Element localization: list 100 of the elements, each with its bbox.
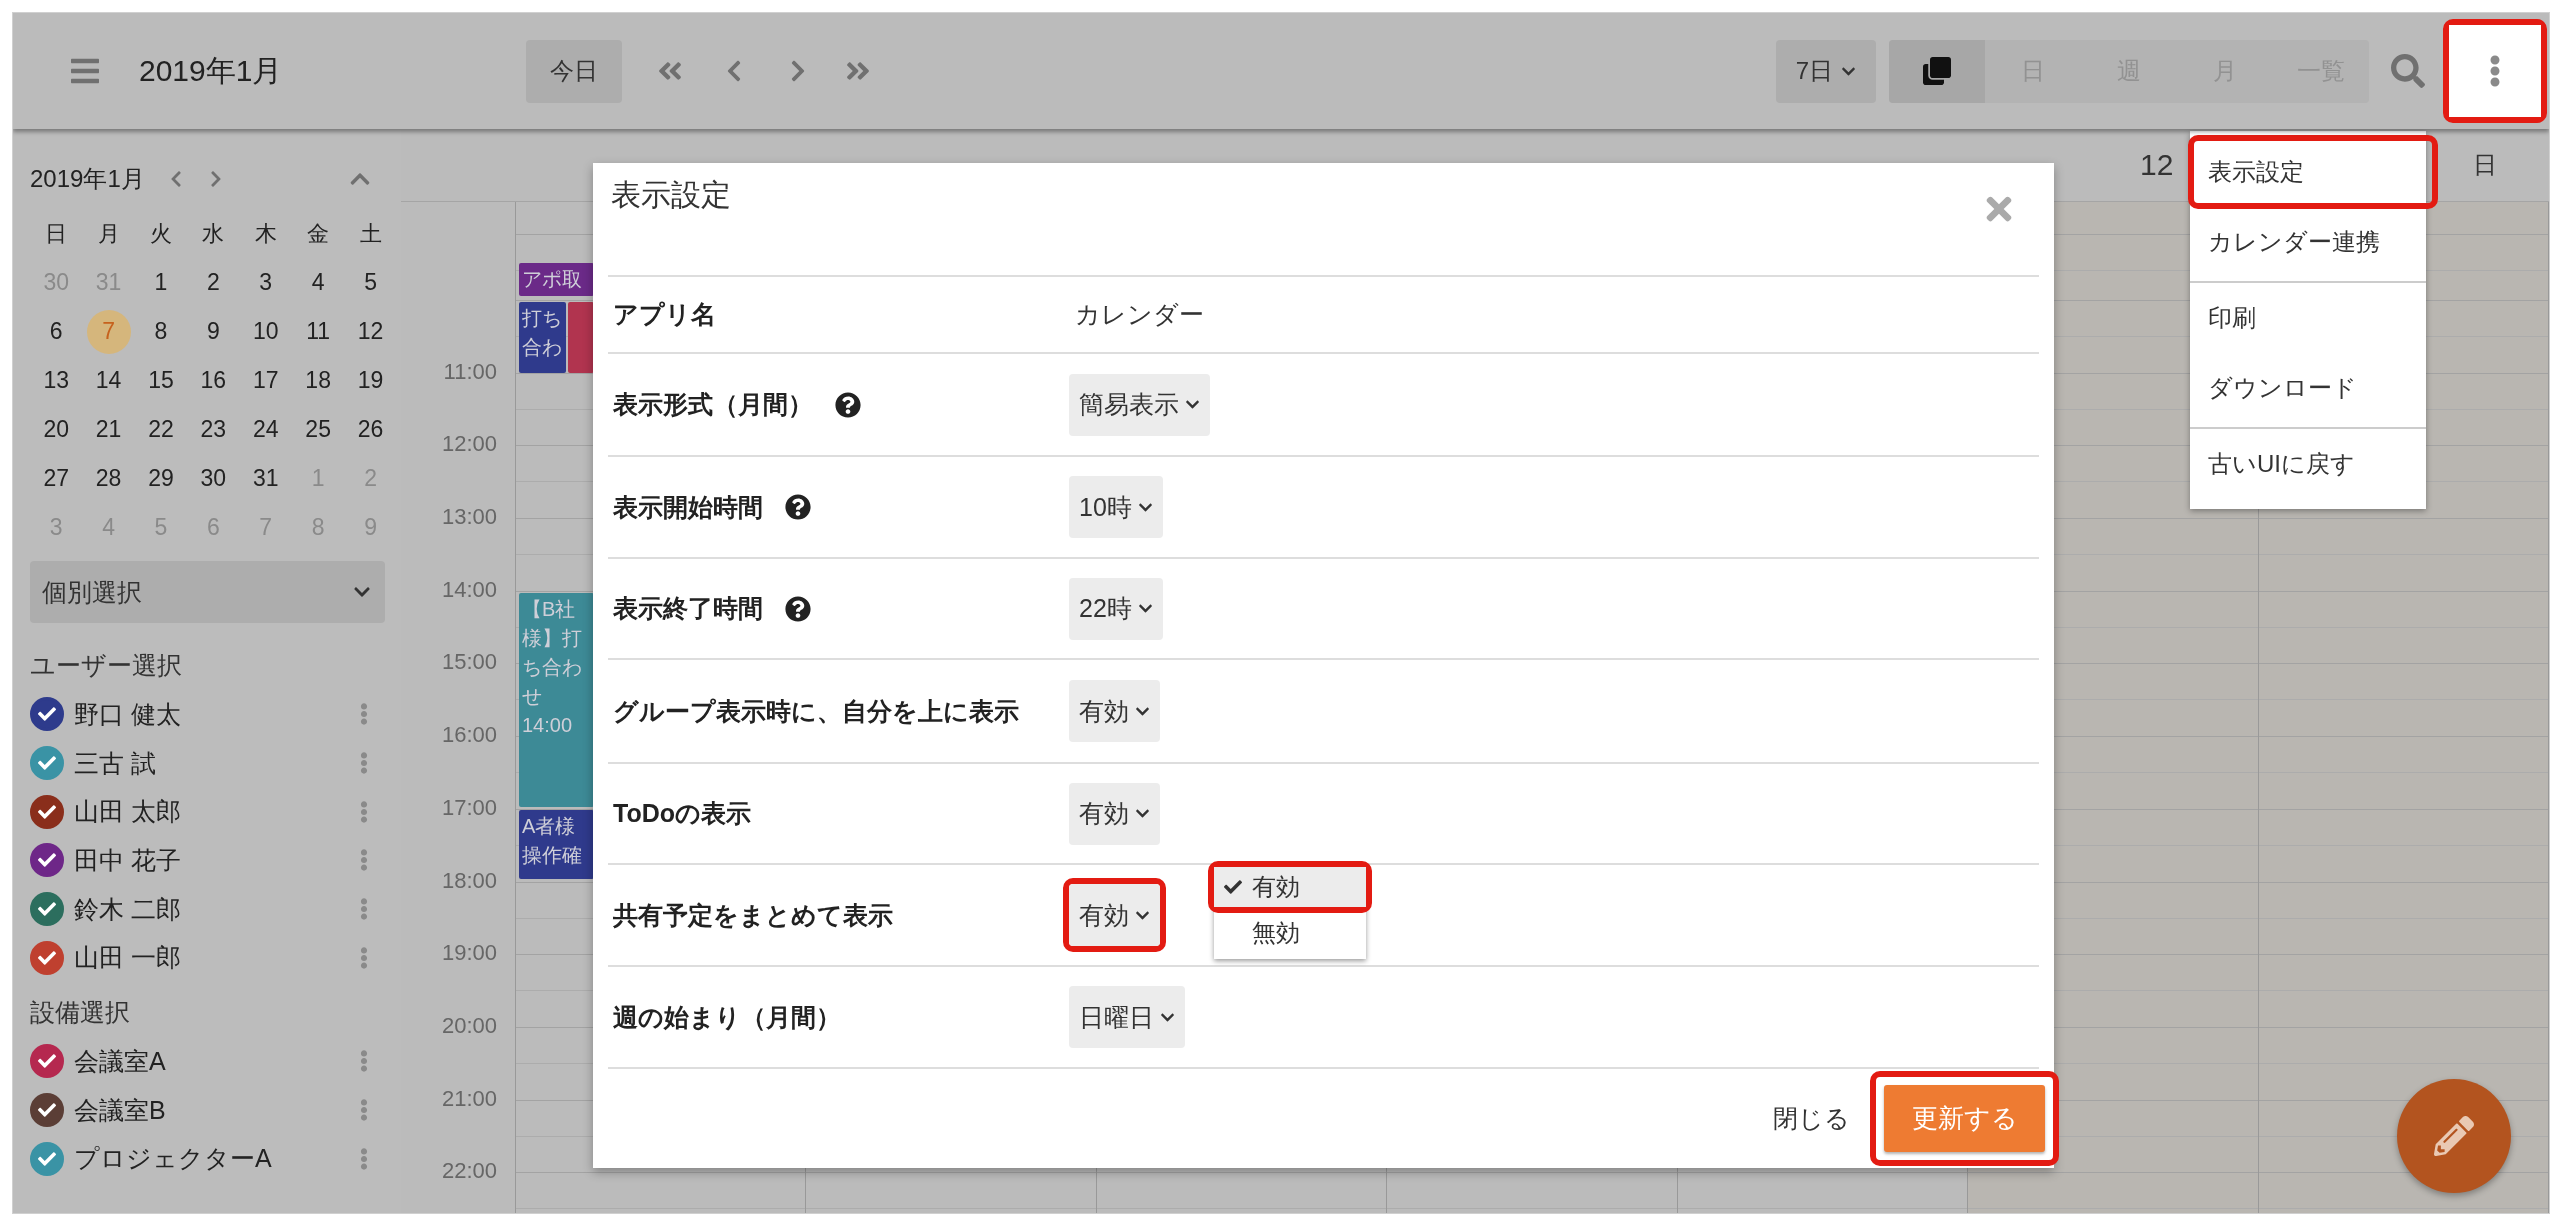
time-label: 17:00 bbox=[441, 794, 497, 821]
day-cell[interactable]: 10 bbox=[243, 309, 288, 354]
time-label: 20:00 bbox=[441, 1012, 497, 1039]
checkbox[interactable] bbox=[30, 892, 64, 927]
menu-item[interactable]: 表示設定 bbox=[2194, 141, 2432, 203]
layers-icon bbox=[1923, 57, 1951, 85]
setting-label: グループ表示時に、自分を上に表示 bbox=[613, 695, 1019, 727]
setting-label: アプリ名 bbox=[613, 299, 716, 330]
day-cell[interactable]: 29 bbox=[138, 456, 183, 501]
day-cell[interactable]: 16 bbox=[191, 358, 236, 403]
check-icon bbox=[1224, 878, 1242, 896]
day-cell[interactable]: 30 bbox=[191, 456, 236, 501]
checkbox[interactable] bbox=[30, 843, 64, 878]
weekday-label: 火 bbox=[149, 219, 172, 248]
more-button[interactable] bbox=[2449, 25, 2541, 117]
help-icon[interactable] bbox=[785, 595, 811, 622]
help-icon[interactable] bbox=[785, 494, 811, 520]
today-button[interactable]: 今日 bbox=[526, 39, 623, 103]
day-cell[interactable]: 22 bbox=[138, 407, 183, 452]
check-icon bbox=[38, 1101, 56, 1120]
menu-item[interactable]: カレンダー連携 bbox=[2194, 211, 2432, 273]
calendar-name: 会議室A bbox=[74, 1045, 167, 1077]
day-cell[interactable]: 14 bbox=[86, 358, 131, 403]
day-cell[interactable]: 21 bbox=[86, 407, 131, 452]
day-cell[interactable]: 19 bbox=[348, 358, 393, 403]
setting-select[interactable]: 簡易表示 bbox=[1069, 373, 1210, 436]
setting-select[interactable]: 有効 bbox=[1069, 884, 1160, 946]
month-title: 2019年1月 bbox=[30, 164, 145, 194]
range-select[interactable]: 7日 bbox=[1775, 39, 1876, 103]
time-label: 13:00 bbox=[441, 504, 497, 531]
calendar-name: プロジェクターA bbox=[74, 1143, 273, 1175]
day-cell[interactable]: 24 bbox=[243, 407, 288, 452]
day-cell[interactable]: 5 bbox=[348, 260, 393, 305]
day-cell[interactable]: 18 bbox=[296, 358, 341, 403]
setting-select[interactable]: 有効 bbox=[1069, 782, 1160, 845]
day-cell[interactable]: 4 bbox=[296, 260, 341, 305]
check-icon bbox=[38, 851, 56, 870]
menu-item[interactable]: 印刷 bbox=[2194, 287, 2432, 349]
check-icon bbox=[38, 948, 56, 967]
day-cell[interactable]: 11 bbox=[296, 309, 341, 354]
checkbox[interactable] bbox=[30, 746, 64, 781]
event-block[interactable] bbox=[568, 302, 594, 373]
setting-select[interactable]: 22時 bbox=[1069, 577, 1163, 640]
time-label: 15:00 bbox=[441, 649, 497, 676]
option-item[interactable]: 無効 bbox=[1214, 913, 1366, 953]
close-button[interactable]: 閉じる bbox=[1767, 1101, 1856, 1136]
day-cell[interactable]: 1 bbox=[138, 260, 183, 305]
weekday-label: 金 bbox=[307, 219, 330, 248]
event-block[interactable]: A者様 操作確 bbox=[519, 810, 594, 879]
setting-select[interactable]: 有効 bbox=[1069, 680, 1160, 742]
time-label: 18:00 bbox=[441, 867, 497, 894]
day-cell[interactable]: 23 bbox=[191, 407, 236, 452]
time-label: 12:00 bbox=[441, 431, 497, 458]
section-title: ユーザー選択 bbox=[30, 650, 183, 681]
section-title: 設備選択 bbox=[30, 997, 131, 1029]
day-cell[interactable]: 6 bbox=[34, 309, 79, 354]
checkbox[interactable] bbox=[30, 697, 64, 732]
filter-select[interactable]: 個別選択 bbox=[30, 561, 385, 623]
dialog-title: 表示設定 bbox=[611, 177, 731, 213]
day-cell[interactable]: 8 bbox=[138, 309, 183, 354]
check-icon bbox=[38, 705, 56, 724]
check-icon bbox=[38, 754, 56, 773]
day-cell[interactable]: 15 bbox=[138, 358, 183, 403]
menu-item[interactable]: ダウンロード bbox=[2194, 357, 2432, 419]
day-cell[interactable]: 20 bbox=[34, 407, 79, 452]
checkbox[interactable] bbox=[30, 940, 64, 975]
weekday-label: 日 bbox=[45, 219, 68, 248]
event-block[interactable]: アポ取 bbox=[519, 263, 594, 296]
setting-select[interactable]: 10時 bbox=[1069, 476, 1163, 538]
day-cell[interactable]: 2 bbox=[191, 260, 236, 305]
event-block[interactable]: 打ち 合わ bbox=[519, 302, 566, 373]
calendar-name: 鈴木 二郎 bbox=[74, 893, 182, 925]
menu-item[interactable]: 古いUIに戻す bbox=[2194, 433, 2432, 495]
checkbox[interactable] bbox=[30, 1093, 64, 1128]
view-tab[interactable] bbox=[1889, 39, 1985, 103]
day-cell[interactable]: 31 bbox=[243, 456, 288, 501]
day-cell[interactable]: 26 bbox=[348, 407, 393, 452]
day-cell[interactable]: 3 bbox=[243, 260, 288, 305]
day-cell[interactable]: 9 bbox=[191, 309, 236, 354]
calendar-name: 山田 太郎 bbox=[74, 796, 182, 828]
help-icon[interactable] bbox=[835, 391, 861, 418]
search-icon[interactable] bbox=[2391, 54, 2425, 88]
checkbox[interactable] bbox=[30, 1044, 64, 1079]
checkbox[interactable] bbox=[30, 1141, 64, 1176]
calendar-name: 三古 試 bbox=[74, 747, 157, 779]
setting-select[interactable]: 日曜日 bbox=[1069, 986, 1185, 1048]
day-cell[interactable]: 17 bbox=[243, 358, 288, 403]
day-cell[interactable]: 25 bbox=[296, 407, 341, 452]
pencil-icon bbox=[2434, 1116, 2474, 1156]
day-cell[interactable]: 27 bbox=[34, 456, 79, 501]
setting-value: カレンダー bbox=[1074, 299, 1205, 330]
calendar-name: 野口 健太 bbox=[74, 698, 182, 730]
setting-label: 共有予定をまとめて表示 bbox=[613, 899, 893, 931]
day-cell[interactable]: 28 bbox=[86, 456, 131, 501]
day-cell[interactable]: 12 bbox=[348, 309, 393, 354]
checkbox[interactable] bbox=[30, 794, 64, 829]
day-cell[interactable]: 13 bbox=[34, 358, 79, 403]
day-header: 日 bbox=[2472, 150, 2497, 180]
weekday-label: 水 bbox=[202, 219, 225, 248]
option-item[interactable]: 有効 bbox=[1214, 867, 1366, 907]
